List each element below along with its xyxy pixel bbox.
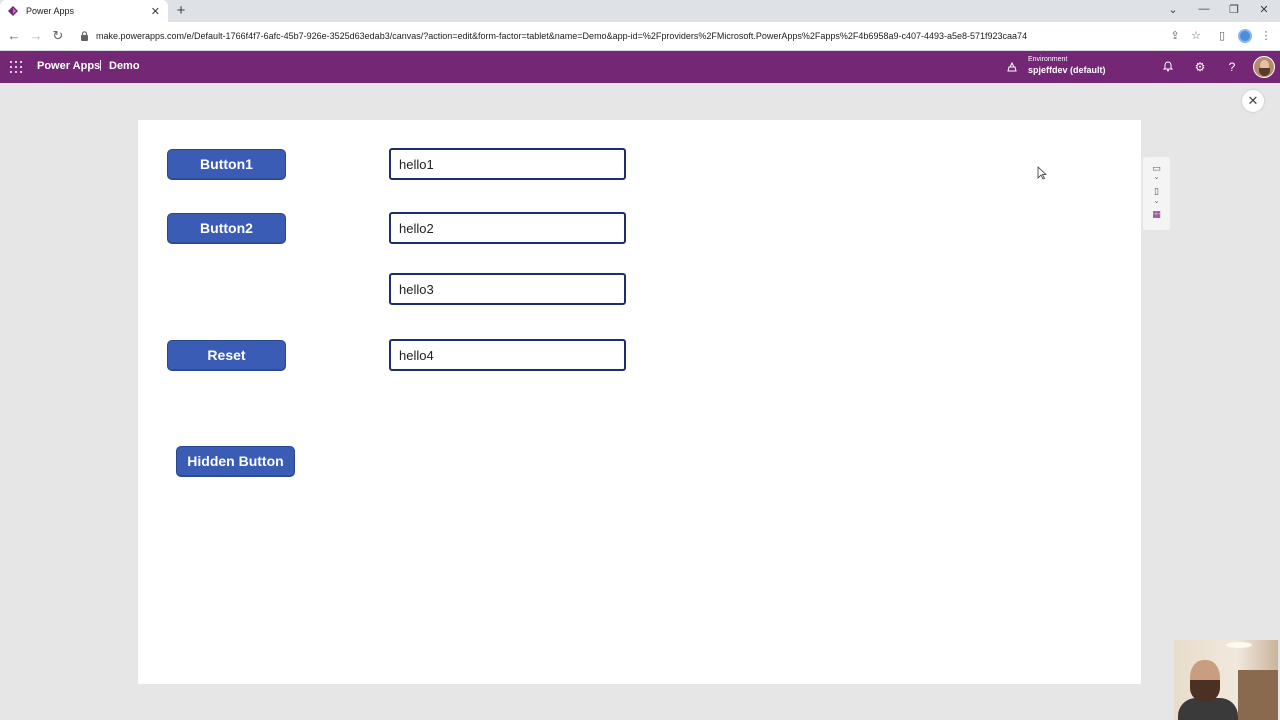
settings-gear-icon[interactable]: ⚙ xyxy=(1193,60,1207,74)
tab-close-icon[interactable]: ✕ xyxy=(151,5,160,18)
power-apps-header: Power Apps | Demo Environment spjeffdev … xyxy=(0,51,1280,83)
power-apps-favicon-icon xyxy=(8,6,18,16)
chevron-down-icon[interactable]: ⌄ xyxy=(1150,195,1163,208)
kebab-menu-icon[interactable]: ⋮ xyxy=(1259,29,1273,43)
close-icon[interactable]: ✕ xyxy=(1242,90,1264,112)
notification-bell-icon[interactable] xyxy=(1161,60,1175,74)
forward-arrow-icon[interactable]: → xyxy=(28,28,44,44)
browser-tab[interactable]: Power Apps ✕ xyxy=(0,0,168,22)
webcam-ceiling-light xyxy=(1226,642,1252,648)
app-launcher-icon[interactable] xyxy=(10,61,22,73)
restore-window-icon[interactable]: ❐ xyxy=(1227,3,1241,16)
app-canvas: Button1 Button2 Reset Hidden Button xyxy=(138,120,1141,684)
browser-toolbar: ← → ↻ make.powerapps.com/e/Default-1766f… xyxy=(0,22,1280,51)
environment-selector[interactable]: spjeffdev (default) xyxy=(1028,65,1106,75)
tab-search-chevron-icon[interactable]: ⌄ xyxy=(1166,3,1180,16)
webcam-shelf xyxy=(1238,670,1278,720)
reset-button[interactable]: Reset xyxy=(167,340,286,371)
share-icon[interactable]: ⇪ xyxy=(1168,29,1182,43)
reload-icon[interactable]: ↻ xyxy=(50,28,66,44)
calendar-icon[interactable]: ▦ xyxy=(1150,208,1163,221)
button2[interactable]: Button2 xyxy=(167,213,286,244)
text-input-1[interactable] xyxy=(389,148,626,180)
new-tab-button[interactable]: + xyxy=(174,2,188,20)
browser-tab-strip: Power Apps ✕ + ⌄ — ❐ ✕ xyxy=(0,0,1280,22)
lock-icon xyxy=(81,31,88,41)
back-arrow-icon[interactable]: ← xyxy=(6,28,22,44)
text-input-4[interactable] xyxy=(389,339,626,371)
address-bar[interactable]: make.powerapps.com/e/Default-1766f4f7-6a… xyxy=(74,25,1210,47)
chevron-down-icon[interactable]: ⌄ xyxy=(1150,171,1163,184)
environment-label: Environment xyxy=(1028,56,1068,63)
app-name: Demo xyxy=(109,60,140,72)
avatar-beard xyxy=(1259,68,1270,76)
minimize-window-icon[interactable]: — xyxy=(1197,3,1211,15)
button1[interactable]: Button1 xyxy=(167,149,286,180)
preview-side-toolbar: ▭ ⌄ ▯ ⌄ ▦ xyxy=(1143,157,1170,230)
help-icon[interactable]: ? xyxy=(1225,60,1239,74)
hidden-button[interactable]: Hidden Button xyxy=(176,446,295,477)
text-input-2[interactable] xyxy=(389,212,626,244)
brand-name[interactable]: Power Apps xyxy=(37,60,100,72)
header-separator: | xyxy=(99,59,102,71)
url-text: make.powerapps.com/e/Default-1766f4f7-6a… xyxy=(96,31,1028,41)
user-avatar[interactable] xyxy=(1253,56,1275,78)
environment-icon[interactable] xyxy=(1006,61,1018,73)
close-window-icon[interactable]: ✕ xyxy=(1257,3,1271,16)
side-panel-icon[interactable]: ▯ xyxy=(1215,29,1229,43)
bookmark-star-icon[interactable]: ☆ xyxy=(1189,29,1203,43)
browser-profile-avatar[interactable] xyxy=(1238,29,1252,43)
mouse-cursor-icon xyxy=(1037,166,1047,180)
text-input-3[interactable] xyxy=(389,273,626,305)
browser-tab-title: Power Apps xyxy=(26,6,75,16)
webcam-overlay xyxy=(1174,640,1278,720)
